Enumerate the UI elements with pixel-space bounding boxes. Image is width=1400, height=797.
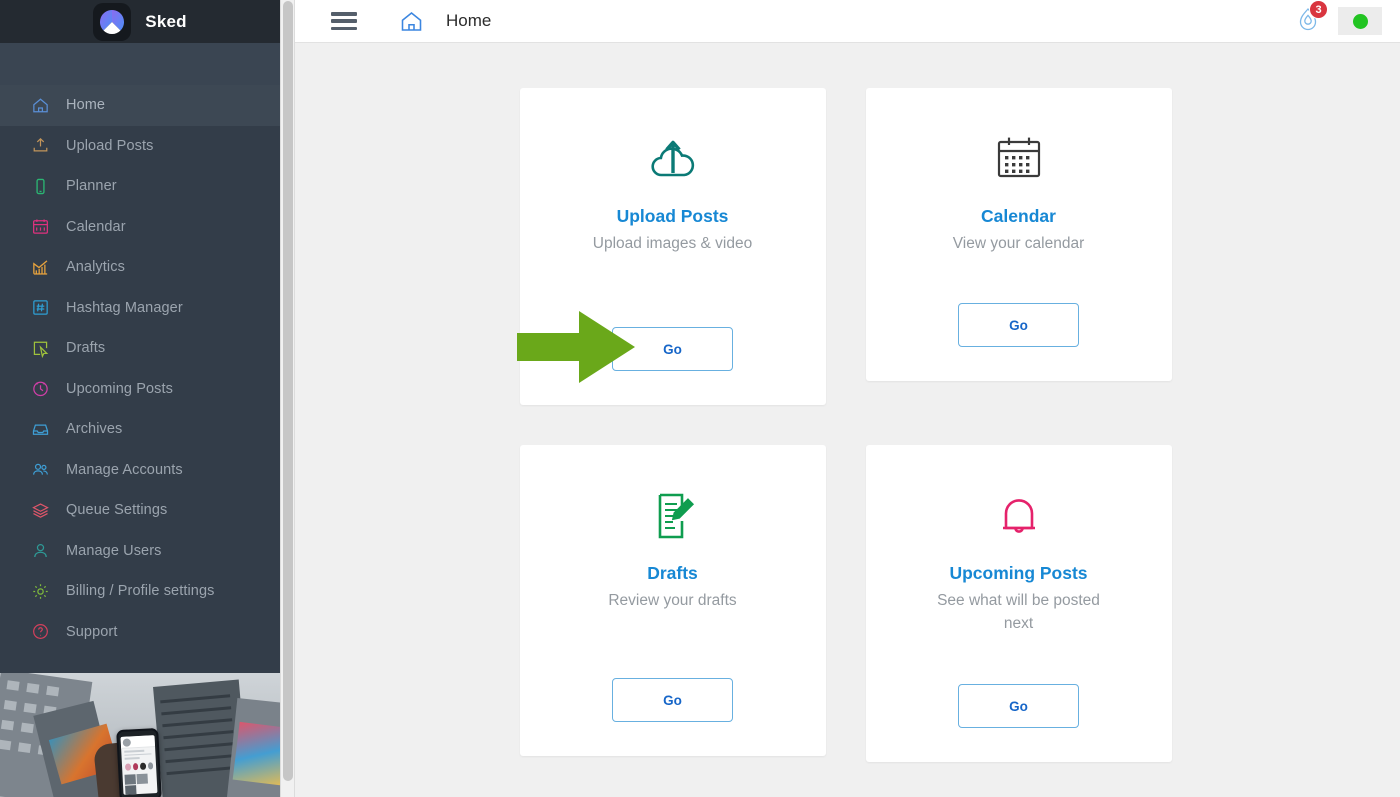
sidebar-item-hashtag-manager[interactable]: Hashtag Manager [0,288,280,329]
sidebar-item-queue-settings[interactable]: Queue Settings [0,490,280,531]
sidebar-item-manage-accounts[interactable]: Manage Accounts [0,450,280,491]
go-button[interactable]: Go [958,684,1079,728]
breadcrumb-home-icon[interactable] [399,9,424,34]
card-title: Drafts [647,563,698,584]
sidebar-item-label: Hashtag Manager [66,300,183,316]
hashtag-icon [31,298,50,317]
sidebar-brand-header[interactable]: Sked [0,0,280,43]
sked-logo-icon [93,3,131,41]
dashboard-content: Upload Posts Upload images & video Go [295,43,1400,797]
sidebar-item-label: Home [66,97,105,113]
clock-icon [31,379,50,398]
sidebar-item-upcoming-posts[interactable]: Upcoming Posts [0,369,280,410]
card-title: Calendar [981,206,1056,227]
cloud-upload-icon [645,128,701,190]
sidebar-item-label: Upcoming Posts [66,381,173,397]
go-button[interactable]: Go [958,303,1079,347]
mobile-phone-icon [31,177,50,196]
home-icon [31,96,50,115]
users-group-icon [31,460,50,479]
bar-chart-icon [31,258,50,277]
sidebar-item-label: Billing / Profile settings [66,583,214,599]
sidebar-item-label: Queue Settings [66,502,167,518]
sidebar-item-drafts[interactable]: Drafts [0,328,280,369]
inbox-icon [31,420,50,439]
go-button[interactable]: Go [612,327,733,371]
sidebar-item-label: Drafts [66,340,105,356]
sidebar-item-manage-users[interactable]: Manage Users [0,531,280,572]
sidebar-item-label: Analytics [66,259,125,275]
sidebar-item-planner[interactable]: Planner [0,166,280,207]
sidebar-item-support[interactable]: Support [0,612,280,653]
layers-icon [31,501,50,520]
sidebar-item-billing-profile-settings[interactable]: Billing / Profile settings [0,571,280,612]
user-icon [31,541,50,560]
sidebar-item-label: Upload Posts [66,138,153,154]
go-button[interactable]: Go [612,678,733,722]
sidebar-item-analytics[interactable]: Analytics [0,247,280,288]
card-upcoming-posts[interactable]: Upcoming Posts See what will be posted n… [866,445,1172,762]
calendar-icon [994,128,1044,190]
sidebar-nav: Home Upload Posts Plan [0,85,280,673]
upload-tray-icon [31,136,50,155]
gear-icon [31,582,50,601]
app-root: Sked Home Upload Posts [0,0,1400,797]
notification-badge: 3 [1309,0,1328,19]
card-title: Upload Posts [617,206,729,227]
question-circle-icon [31,622,50,641]
sidebar-item-label: Calendar [66,219,126,235]
breadcrumb: Home [446,11,491,31]
scrollbar-thumb[interactable] [283,1,293,781]
sidebar-item-label: Manage Accounts [66,462,183,478]
main-area: Home 3 [295,0,1400,797]
card-subtitle: View your calendar [953,232,1085,255]
cursor-select-icon [31,339,50,358]
card-upload-posts[interactable]: Upload Posts Upload images & video Go [520,88,826,405]
sidebar-item-label: Planner [66,178,117,194]
status-dot-icon [1353,14,1368,29]
card-drafts[interactable]: Drafts Review your drafts Go [520,445,826,756]
brand-name: Sked [145,12,186,32]
document-pencil-icon [648,485,698,547]
status-indicator[interactable] [1338,7,1382,35]
hamburger-menu-icon[interactable] [331,12,357,30]
sidebar-item-archives[interactable]: Archives [0,409,280,450]
sidebar-item-label: Support [66,624,118,640]
flame-drop-icon[interactable]: 3 [1294,5,1324,37]
top-bar-right: 3 [1294,5,1382,37]
bell-icon [995,485,1043,547]
sidebar-promo-image [0,673,280,797]
top-bar: Home 3 [295,0,1400,43]
sidebar-item-upload-posts[interactable]: Upload Posts [0,126,280,167]
sidebar-scrollbar[interactable] [280,0,295,797]
card-subtitle: Upload images & video [593,232,752,255]
card-calendar[interactable]: Calendar View your calendar Go [866,88,1172,381]
sidebar-item-home[interactable]: Home [0,85,280,126]
sidebar: Sked Home Upload Posts [0,0,280,797]
card-subtitle: Review your drafts [608,589,736,612]
calendar-icon [31,217,50,236]
card-subtitle: See what will be posted next [929,589,1109,635]
card-title: Upcoming Posts [949,563,1087,584]
sidebar-item-label: Manage Users [66,543,162,559]
dashboard-card-grid: Upload Posts Upload images & video Go [520,88,1174,762]
sidebar-item-label: Archives [66,421,122,437]
sidebar-spacer [0,43,280,85]
sidebar-item-calendar[interactable]: Calendar [0,207,280,248]
